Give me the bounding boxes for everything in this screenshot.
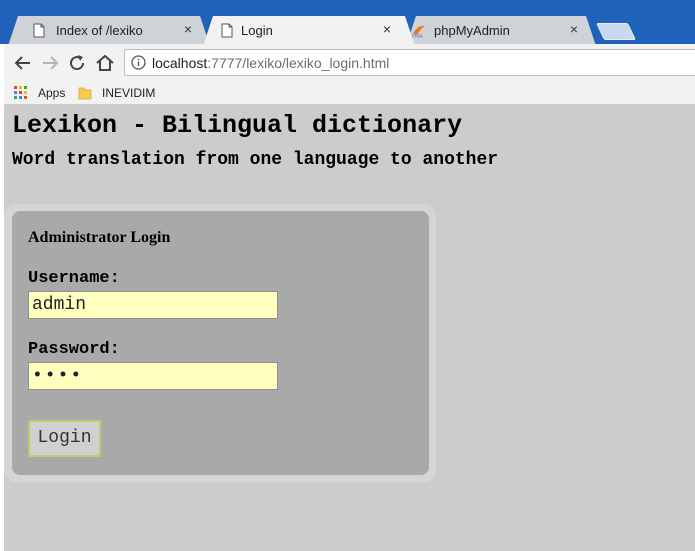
url-path: :7777/lexiko/lexiko_login.html xyxy=(207,55,390,71)
tab-label: phpMyAdmin xyxy=(434,23,510,38)
phpmyadmin-logo-icon: PMA xyxy=(412,23,426,38)
login-button[interactable]: Login xyxy=(28,420,101,457)
tab-login[interactable]: Login × xyxy=(203,16,415,46)
login-heading: Administrator Login xyxy=(28,229,171,246)
url-host: localhost xyxy=(152,55,208,71)
tab-strip: Index of /lexiko × PMA phpMyAdmin × Logi… xyxy=(0,0,695,44)
tab-phpmyadmin[interactable]: PMA phpMyAdmin × xyxy=(406,16,596,46)
close-tab-icon[interactable]: × xyxy=(383,21,391,37)
page-icon xyxy=(220,23,234,38)
page-icon xyxy=(32,23,46,38)
back-arrow-icon[interactable] xyxy=(12,52,34,74)
page-content: Lexikon - Bilingual dictionary Word tran… xyxy=(4,105,695,551)
bookmark-label: INEVIDIM xyxy=(102,86,156,100)
folder-icon xyxy=(78,87,92,100)
close-tab-icon[interactable]: × xyxy=(184,21,192,37)
home-icon[interactable] xyxy=(94,52,116,74)
bookmarks-bar: Apps INEVIDIM xyxy=(4,82,695,105)
svg-text:PMA: PMA xyxy=(412,34,423,38)
forward-arrow-icon[interactable] xyxy=(39,52,61,74)
address-bar[interactable]: localhost:7777/lexiko/lexiko_login.html xyxy=(124,49,695,76)
new-tab-button[interactable] xyxy=(596,23,636,40)
tab-index-lexiko[interactable]: Index of /lexiko × xyxy=(8,16,210,46)
password-input[interactable] xyxy=(28,362,278,390)
apps-grid-icon xyxy=(14,86,27,99)
username-input[interactable] xyxy=(28,291,278,319)
username-label: Username: xyxy=(28,269,120,288)
login-panel: Administrator Login Username: Password: … xyxy=(12,211,429,475)
password-label: Password: xyxy=(28,340,120,359)
page-title: Lexikon - Bilingual dictionary xyxy=(12,111,463,140)
browser-toolbar: localhost:7777/lexiko/lexiko_login.html xyxy=(4,44,695,82)
info-icon[interactable] xyxy=(131,55,146,70)
tab-label: Index of /lexiko xyxy=(56,23,143,38)
close-tab-icon[interactable]: × xyxy=(570,21,578,37)
reload-icon[interactable] xyxy=(66,52,88,74)
bookmark-label: Apps xyxy=(38,86,66,100)
page-subtitle: Word translation from one language to an… xyxy=(12,150,499,170)
tab-label: Login xyxy=(241,23,273,38)
url-text: localhost:7777/lexiko/lexiko_login.html xyxy=(152,55,389,71)
